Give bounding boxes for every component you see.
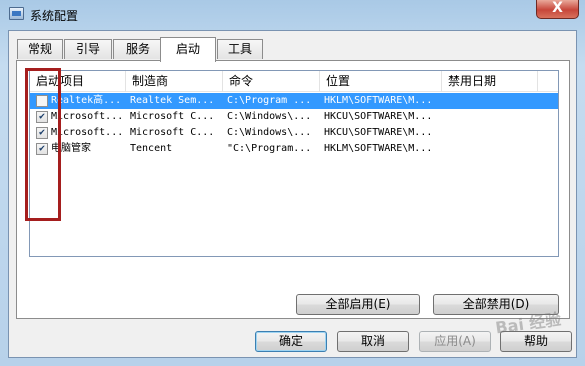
tab-general[interactable]: 常规 [17,39,63,59]
column-header-manufacturer[interactable]: 制造商 [126,71,223,92]
close-button[interactable]: X [536,0,579,19]
enable-all-button[interactable]: 全部启用(E) [296,294,420,315]
table-row[interactable]: ✔ Microsoft... Microsoft C... C:\Windows… [30,109,558,125]
cell-manufacturer: Realtek Sem... [130,95,215,106]
cell-manufacturer: Microsoft C... [130,127,215,138]
tab-startup[interactable]: 启动 [160,37,216,62]
cell-command: C:\Program ... [227,95,312,106]
cell-startup-item: Microsoft... [51,127,124,138]
cell-command: "C:\Program... [227,143,312,154]
tab-tools[interactable]: 工具 [217,39,263,59]
dialog-client-area: 常规 引导 服务 启动 工具 启动项目 制造商 命令 位置 禁用日期 Realt… [8,30,577,358]
ok-button[interactable]: 确定 [255,331,327,352]
cancel-button[interactable]: 取消 [337,331,409,352]
tab-boot[interactable]: 引导 [64,39,112,59]
cell-location: HKLM\SOFTWARE\M... [324,143,433,154]
startup-items-list[interactable]: 启动项目 制造商 命令 位置 禁用日期 Realtek高... Realtek … [29,70,559,257]
table-row[interactable]: ✔ 电脑管家 Tencent "C:\Program... HKLM\SOFTW… [30,141,558,157]
cell-location: HKCU\SOFTWARE\M... [324,127,433,138]
tab-services[interactable]: 服务 [113,39,163,59]
table-row[interactable]: ✔ Microsoft... Microsoft C... C:\Windows… [30,125,558,141]
cell-startup-item: Realtek高... [51,95,122,106]
list-header: 启动项目 制造商 命令 位置 禁用日期 [30,71,558,92]
cell-location: HKCU\SOFTWARE\M... [324,111,433,122]
title-bar: 系统配置 X [0,0,585,30]
cell-manufacturer: Tencent [130,143,173,154]
cell-startup-item: Microsoft... [51,111,124,122]
startup-panel: 启动项目 制造商 命令 位置 禁用日期 Realtek高... Realtek … [16,60,570,319]
column-header-command[interactable]: 命令 [223,71,320,92]
apply-button[interactable]: 应用(A) [419,331,491,352]
column-header-disabled-date[interactable]: 禁用日期 [442,71,538,92]
table-row[interactable]: Realtek高... Realtek Sem... C:\Program ..… [30,93,558,109]
cell-location: HKLM\SOFTWARE\M... [324,95,433,106]
window-title: 系统配置 [30,9,79,23]
cell-command: C:\Windows\... [227,111,312,122]
cell-manufacturer: Microsoft C... [130,111,215,122]
cell-disabled-date [446,125,536,141]
cell-disabled-date [446,93,536,109]
cell-disabled-date [446,109,536,125]
cell-startup-item: 电脑管家 [51,143,91,154]
msconfig-app-icon [9,7,24,20]
cell-command: C:\Windows\... [227,127,312,138]
highlight-annotation-box [25,68,61,221]
cell-disabled-date [446,141,536,157]
column-header-location[interactable]: 位置 [320,71,442,92]
